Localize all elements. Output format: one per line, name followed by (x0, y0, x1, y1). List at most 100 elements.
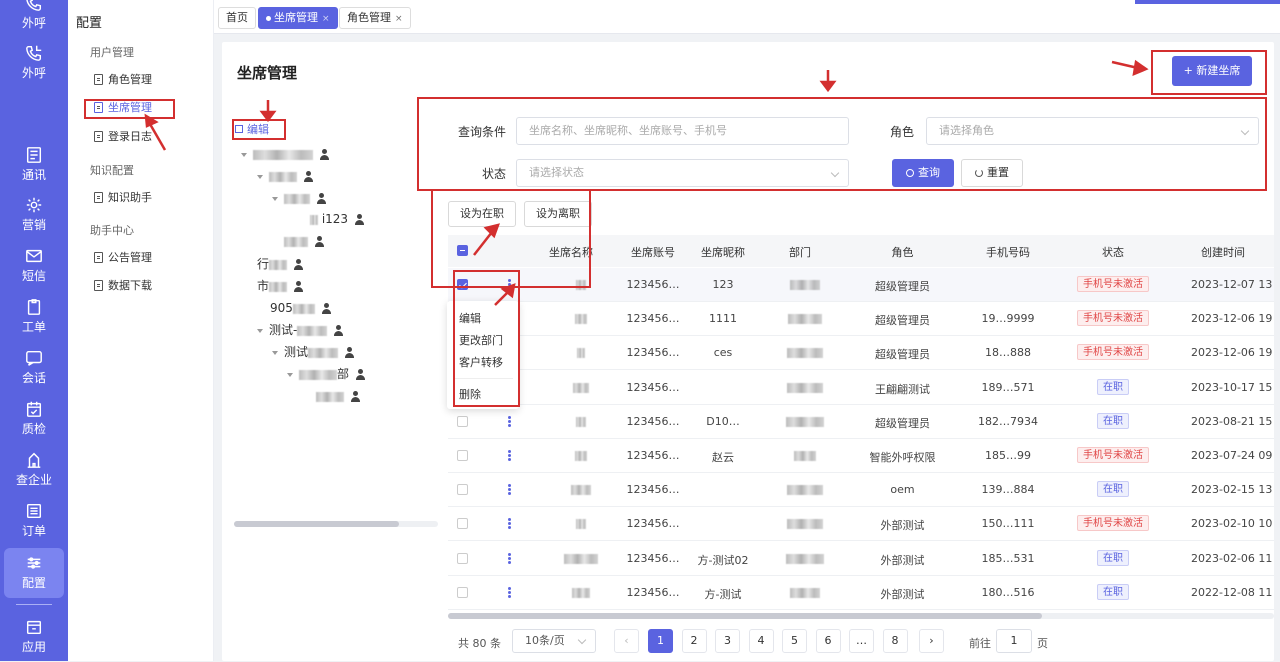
tree-node[interactable]: 部 (287, 365, 366, 383)
select-all-checkbox[interactable] (457, 245, 468, 256)
nav-label: 订单 (21, 524, 46, 538)
tree-node[interactable]: 测试 (272, 343, 355, 361)
row-checkbox[interactable] (457, 518, 468, 530)
cell-account: 123456… (626, 585, 680, 599)
nav-item-chat[interactable]: 会话 (0, 343, 68, 393)
tree-node[interactable] (272, 189, 326, 207)
menu-item-change-department[interactable]: 更改部门 (459, 332, 503, 350)
cell-department (760, 415, 850, 428)
cell-created: 2023-12-06 19: (1191, 312, 1273, 326)
status-select[interactable]: 请选择状态 (516, 159, 849, 187)
tree-node[interactable]: 行 (257, 255, 304, 273)
more-vertical-icon[interactable] (508, 450, 511, 462)
page-button[interactable]: 3 (715, 629, 740, 653)
nav-item-contacts[interactable]: 通讯 (0, 140, 68, 190)
nav-item-ticket[interactable]: 工单 (0, 292, 68, 342)
set-left-button[interactable]: 设为离职 (524, 201, 592, 227)
next-page-button[interactable]: › (919, 629, 944, 653)
nav-item-outbound-top[interactable]: 外呼 (0, 0, 68, 38)
close-icon[interactable]: × (322, 14, 330, 24)
table-row[interactable]: 123456… 1111 超级管理员 19…9999 手机号未激活 2023-12-06 … (448, 302, 1274, 337)
more-vertical-icon[interactable] (508, 415, 511, 428)
page-size-select[interactable]: 10条/页 (512, 629, 596, 653)
page-button[interactable]: 2 (681, 629, 707, 653)
table-row[interactable]: 123456… 王翩翩测试 189…571 在职 2023-10-17 15: (448, 371, 1274, 405)
tab-roles[interactable]: 角色管理 × (339, 7, 411, 29)
row-checkbox[interactable] (457, 450, 468, 461)
page-button[interactable]: 1 (648, 629, 673, 653)
page-button[interactable]: 6 (815, 629, 841, 653)
tree-node[interactable]: 测试- (257, 321, 344, 339)
nav-item-config[interactable]: 配置 (4, 548, 64, 598)
table-row[interactable]: 123456… oem 139…884 在职 2023-02-15 13: (448, 473, 1274, 508)
tree-node[interactable]: 905 (270, 299, 331, 317)
sidebar-item-knowledge-assistant[interactable]: 知识助手 (92, 188, 152, 208)
nav-item-orders[interactable]: 订单 (0, 496, 68, 546)
nav-item-apps[interactable]: 应用 (0, 612, 68, 662)
tab-agents[interactable]: 坐席管理 × (258, 7, 338, 29)
more-vertical-icon[interactable] (508, 279, 511, 291)
new-agent-button[interactable]: + 新建坐席 (1172, 56, 1252, 86)
tab-home[interactable]: 首页 (218, 7, 256, 29)
row-checkbox[interactable] (457, 586, 468, 598)
more-vertical-icon[interactable] (508, 586, 511, 599)
page-button[interactable]: 8 (882, 629, 908, 653)
row-checkbox[interactable] (457, 552, 468, 564)
menu-item-edit[interactable]: 编辑 (459, 310, 481, 328)
more-vertical-icon[interactable] (508, 484, 511, 496)
sidebar-item-login-log[interactable]: 登录日志 (92, 127, 152, 147)
tree-node[interactable] (257, 167, 313, 185)
nav-item-marketing[interactable]: 营销 (0, 190, 68, 240)
table-row[interactable]: 123456… 外部测试 150…111 手机号未激活 2023-02-10 10: (448, 507, 1274, 542)
sidebar-item-agents[interactable]: 坐席管理 (92, 98, 152, 118)
table-row[interactable]: 123456… ces 超级管理员 18…888 手机号未激活 2023-12-06 19… (448, 336, 1274, 371)
search-button[interactable]: 查询 (892, 159, 954, 187)
table-row[interactable]: 123456… 方-测试 外部测试 180…516 在职 2022-12-08 11: (448, 576, 1274, 610)
more-vertical-icon[interactable] (508, 518, 511, 530)
more-vertical-icon[interactable] (508, 552, 511, 565)
cell-created: 2023-12-06 19: (1191, 346, 1273, 360)
tree-node[interactable] (284, 232, 324, 250)
row-checkbox[interactable] (457, 279, 468, 290)
reset-button[interactable]: 重置 (961, 159, 1023, 187)
prev-page-button[interactable]: ‹ (614, 629, 639, 653)
cell-status: 在职 (1063, 378, 1163, 395)
page-button[interactable]: 5 (782, 629, 807, 653)
table-row[interactable]: 123456… 方-测试02 外部测试 185…531 在职 2023-02-06 11: (448, 542, 1274, 576)
table-scrollbar[interactable] (448, 613, 1274, 619)
edit-tree-link[interactable]: 编辑 (235, 121, 269, 139)
row-checkbox[interactable] (457, 415, 468, 427)
tree-node[interactable] (241, 145, 329, 163)
col-nickname: 坐席昵称 (701, 246, 745, 259)
cell-nickname: D10… (688, 415, 758, 428)
menu-item-delete[interactable]: 删除 (459, 386, 481, 404)
menu-item-transfer-customers[interactable]: 客户转移 (459, 354, 503, 372)
table-row[interactable]: 123456… D10… 超级管理员 182…7934 在职 2023-08-21 15: (448, 405, 1274, 439)
nav-item-company[interactable]: 查企业 (0, 445, 68, 495)
tree-node[interactable] (316, 387, 360, 405)
goto-page-input[interactable]: 1 (996, 629, 1032, 653)
nav-item-qa[interactable]: 质检 (0, 394, 68, 444)
table-row[interactable]: 123456… 赵云 智能外呼权限 185…99 手机号未激活 2023-07-24 09… (448, 439, 1274, 473)
nav-item-sms[interactable]: 短信 (0, 241, 68, 291)
nav-item-callback[interactable]: 外呼 (0, 38, 68, 88)
query-input[interactable]: 坐席名称、坐席昵称、坐席账号、手机号 (516, 117, 849, 145)
table-row[interactable]: 123456… 123 超级管理员 手机号未激活 2023-12-07 13: (448, 268, 1274, 302)
nickname-text: 123 (712, 278, 734, 291)
sidebar-item-announcements[interactable]: 公告管理 (92, 248, 152, 268)
role-select[interactable]: 请选择角色 (926, 117, 1259, 145)
scrollbar-thumb[interactable] (234, 521, 399, 527)
page-ellipsis[interactable]: … (849, 629, 874, 653)
close-icon[interactable]: × (395, 14, 403, 24)
tree-node[interactable]: i123 (310, 210, 365, 228)
set-active-button[interactable]: 设为在职 (448, 201, 516, 227)
sidebar-item-data-download[interactable]: 数据下载 (92, 276, 152, 296)
tree-scrollbar[interactable] (234, 521, 438, 527)
row-checkbox[interactable] (457, 484, 468, 496)
page-button[interactable]: 4 (748, 629, 774, 653)
cell-agent-name (546, 346, 616, 359)
nav-label: 外呼 (21, 66, 46, 80)
tree-node[interactable]: 市 (257, 277, 304, 295)
sidebar-item-roles[interactable]: 角色管理 (92, 70, 152, 90)
scrollbar-thumb[interactable] (448, 613, 1042, 619)
